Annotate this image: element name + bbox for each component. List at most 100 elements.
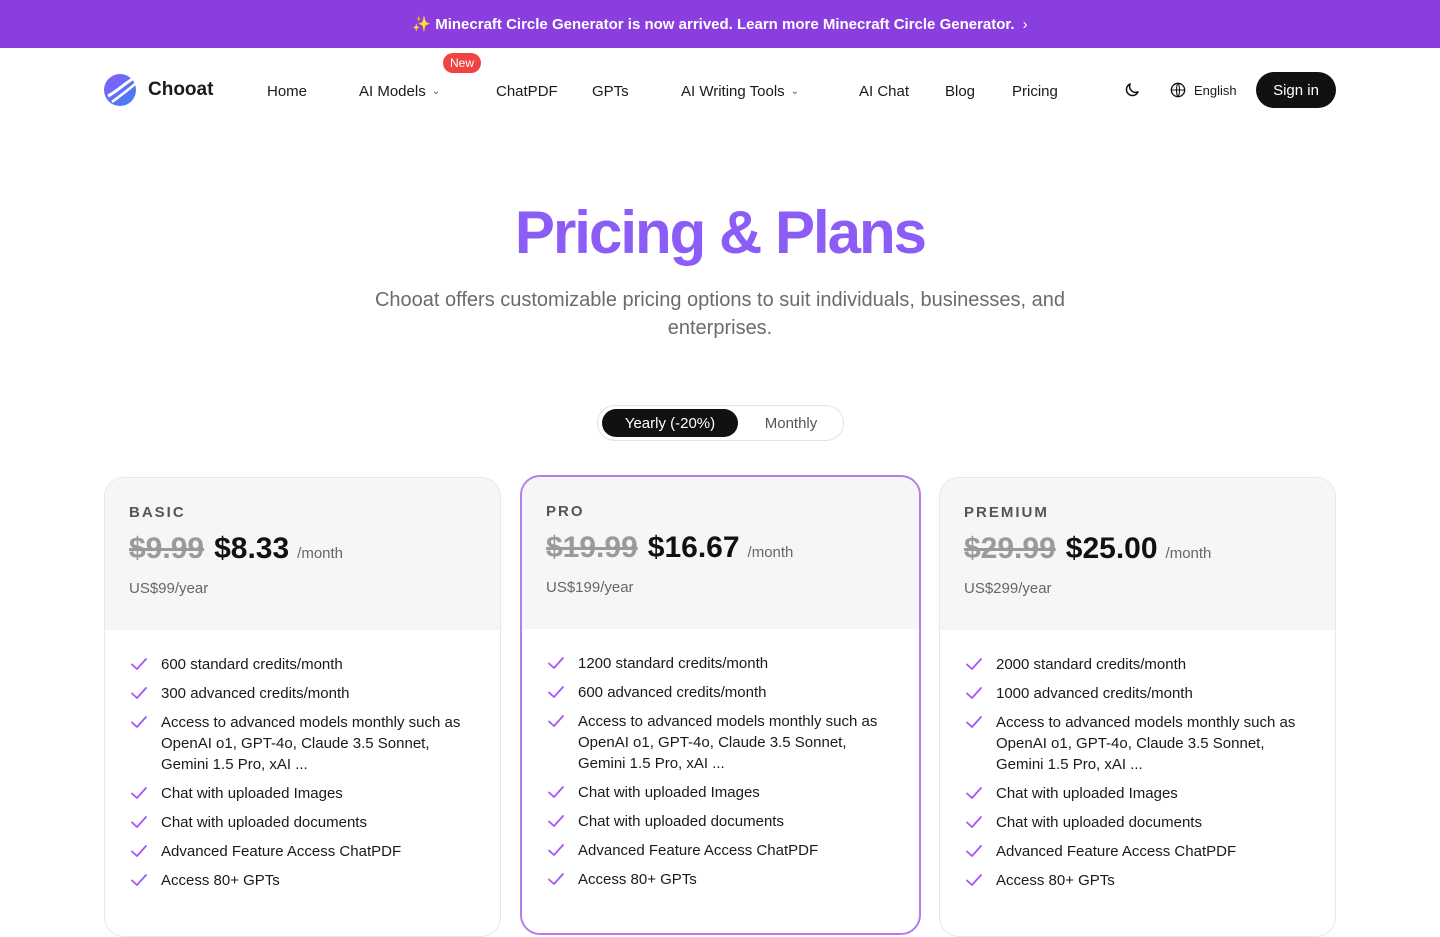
nav-chatpdf-label: ChatPDF (496, 82, 558, 100)
nav-ai-models[interactable]: AI Models ⌄ (359, 81, 440, 101)
check-icon (548, 715, 564, 727)
discounted-price: $8.33 (214, 532, 290, 565)
price-period: /month (297, 545, 344, 562)
check-icon (548, 844, 564, 856)
sign-in-label: Sign in (1273, 81, 1319, 99)
check-icon (966, 787, 982, 799)
plan-card-header: PREMIUM $29.99 $25.00 /month US$299/year (940, 478, 1335, 630)
price-period: /month (1165, 545, 1212, 562)
feature-item: Access to advanced models monthly such a… (129, 712, 474, 775)
check-icon (548, 786, 564, 798)
feature-item: 2000 standard credits/month (964, 654, 1309, 675)
feature-item: 600 advanced credits/month (546, 682, 891, 703)
feature-text: Chat with uploaded documents (578, 813, 784, 830)
feature-text: 600 standard credits/month (161, 656, 343, 673)
feature-text: 2000 standard credits/month (996, 656, 1187, 673)
page-subtitle: Chooat offers customizable pricing optio… (374, 289, 1066, 339)
feature-text: 600 advanced credits/month (578, 684, 767, 701)
billing-monthly-option[interactable]: Monthly (744, 409, 838, 437)
announcement-banner[interactable]: ✨ Minecraft Circle Generator is now arri… (0, 0, 1440, 48)
billing-yearly-option[interactable]: Yearly (-20%) (602, 409, 738, 437)
nav-pricing[interactable]: Pricing (1012, 81, 1058, 101)
language-label: English (1194, 82, 1237, 98)
feature-item: Advanced Feature Access ChatPDF (129, 841, 474, 862)
feature-text: Access 80+ GPTs (578, 871, 697, 888)
plan-card-pro: PRO $19.99 $16.67 /month US$199/year 120… (520, 475, 921, 935)
feature-item: Chat with uploaded documents (129, 812, 474, 833)
feature-text: Advanced Feature Access ChatPDF (161, 843, 402, 860)
original-price: $29.99 (964, 532, 1056, 565)
nav-chatpdf[interactable]: ChatPDF (496, 81, 558, 101)
nav-pricing-label: Pricing (1012, 82, 1058, 100)
chevron-down-icon: ⌄ (431, 85, 441, 97)
nav-ai-writing-tools-label: AI Writing Tools (681, 82, 785, 100)
price-period: /month (747, 544, 794, 561)
check-icon (131, 658, 147, 670)
nav-home-label: Home (267, 82, 308, 100)
nav-ai-chat[interactable]: AI Chat (859, 81, 909, 101)
feature-text: 300 advanced credits/month (161, 685, 350, 702)
feature-item: Access 80+ GPTs (129, 870, 474, 891)
page-title: Pricing & Plans (514, 199, 927, 266)
logo[interactable]: Chooat (104, 73, 213, 107)
sign-in-button[interactable]: Sign in (1256, 72, 1336, 108)
yearly-price: US$199/year (546, 579, 634, 596)
feature-text: Chat with uploaded documents (996, 814, 1202, 831)
feature-list: 2000 standard credits/month 1000 advanced… (964, 654, 1309, 899)
billing-period-toggle: Yearly (-20%) Monthly (597, 405, 844, 441)
price-row: $9.99 $8.33 /month (129, 532, 343, 566)
feature-item: Access to advanced models monthly such a… (964, 712, 1309, 775)
nav-ai-models-label: AI Models (359, 82, 426, 100)
nav-blog[interactable]: Blog (945, 81, 975, 101)
globe-icon (1170, 82, 1186, 98)
nav-ai-writing-tools[interactable]: AI Writing Tools ⌄ (681, 81, 799, 101)
language-selector[interactable]: English (1170, 79, 1237, 101)
plan-name: BASIC (129, 504, 186, 521)
feature-item: Chat with uploaded Images (964, 783, 1309, 804)
yearly-price: US$299/year (964, 580, 1052, 597)
nav-gpts[interactable]: GPTs (592, 81, 629, 101)
feature-item: Chat with uploaded Images (546, 782, 891, 803)
moon-icon (1125, 83, 1139, 97)
theme-toggle-button[interactable] (1120, 78, 1144, 102)
yearly-price: US$99/year (129, 580, 209, 597)
feature-text: Access to advanced models monthly such a… (578, 713, 878, 772)
feature-item: 1200 standard credits/month (546, 653, 891, 674)
feature-item: Chat with uploaded Images (129, 783, 474, 804)
check-icon (548, 815, 564, 827)
plan-card-header: BASIC $9.99 $8.33 /month US$99/year (105, 478, 500, 630)
check-icon (966, 687, 982, 699)
check-icon (131, 787, 147, 799)
top-nav: Chooat Home AI Models ⌄ New ChatPDF GPTs… (0, 48, 1440, 132)
chevron-right-icon: › (1022, 15, 1028, 33)
feature-text: Chat with uploaded Images (161, 785, 343, 802)
nav-home[interactable]: Home (267, 81, 307, 101)
plan-name: PRO (546, 503, 585, 520)
price-row: $19.99 $16.67 /month (546, 531, 793, 565)
check-icon (966, 845, 982, 857)
new-badge: New (443, 53, 482, 73)
feature-item: Access 80+ GPTs (964, 870, 1309, 891)
feature-text: 1200 standard credits/month (578, 655, 769, 672)
feature-item: Access 80+ GPTs (546, 869, 891, 890)
feature-text: Advanced Feature Access ChatPDF (996, 843, 1237, 860)
check-icon (131, 874, 147, 886)
feature-list: 1200 standard credits/month 600 advanced … (546, 653, 891, 898)
logo-text: Chooat (148, 79, 214, 100)
feature-text: Access 80+ GPTs (996, 872, 1115, 889)
nav-gpts-label: GPTs (592, 82, 629, 100)
nav-ai-chat-label: AI Chat (859, 82, 910, 100)
feature-item: Advanced Feature Access ChatPDF (964, 841, 1309, 862)
chevron-down-icon: ⌄ (790, 85, 800, 97)
feature-text: 1000 advanced credits/month (996, 685, 1193, 702)
feature-item: 1000 advanced credits/month (964, 683, 1309, 704)
check-icon (548, 657, 564, 669)
plan-card-basic: BASIC $9.99 $8.33 /month US$99/year 600 … (104, 477, 501, 937)
feature-item: 300 advanced credits/month (129, 683, 474, 704)
discounted-price: $25.00 (1065, 532, 1158, 565)
feature-item: 600 standard credits/month (129, 654, 474, 675)
check-icon (966, 816, 982, 828)
check-icon (131, 845, 147, 857)
feature-item: Chat with uploaded documents (964, 812, 1309, 833)
original-price: $19.99 (546, 531, 638, 564)
